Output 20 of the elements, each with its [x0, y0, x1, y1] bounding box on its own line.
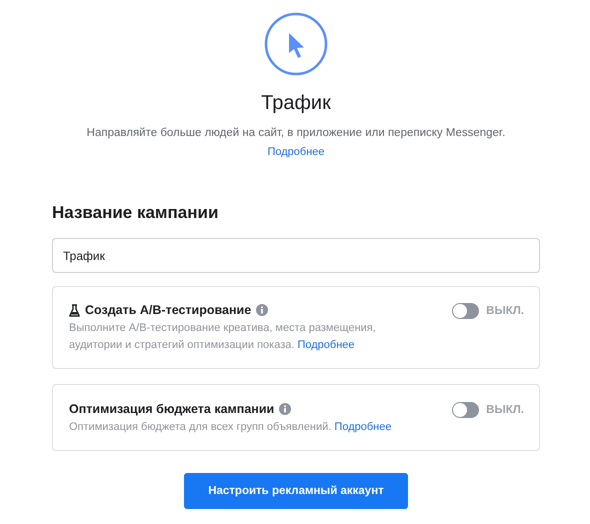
toggle-state: ВЫКЛ.	[486, 304, 524, 319]
toggle-switch[interactable]	[452, 303, 480, 319]
option-description: Оптимизация бюджета для всех групп объявлений. Подробнее	[69, 420, 392, 435]
setup-ad-account-button[interactable]: Настроить рекламный аккаунт	[184, 473, 408, 509]
info-icon[interactable]	[256, 304, 268, 316]
cursor-icon	[264, 12, 328, 76]
option-title: Создать A/B-тестирование	[85, 303, 252, 317]
campaign-name-field[interactable]: Трафик	[52, 238, 540, 273]
learn-more-link[interactable]: Подробнее	[334, 421, 392, 433]
option-title: Оптимизация бюджета кампании	[69, 402, 274, 416]
info-icon[interactable]	[279, 403, 292, 415]
learn-more-link[interactable]: Подробнее	[297, 339, 355, 351]
section-heading: Название кампании	[52, 202, 220, 224]
toggle-state: ВЫКЛ.	[486, 403, 524, 418]
page-description: Направляйте больше людей на сайт, в приложение или переписку Messenger. Подробнее	[86, 126, 506, 160]
flask-icon	[69, 304, 80, 316]
toggle-switch[interactable]	[452, 402, 480, 418]
learn-more-link[interactable]: Подробнее	[267, 146, 325, 158]
page-title: Трафик	[261, 91, 331, 116]
option-description: Выполните A/B-тестирование креатива, места размещения, аудитории и стратегий оптимизации показа. Подробнее	[69, 321, 377, 353]
